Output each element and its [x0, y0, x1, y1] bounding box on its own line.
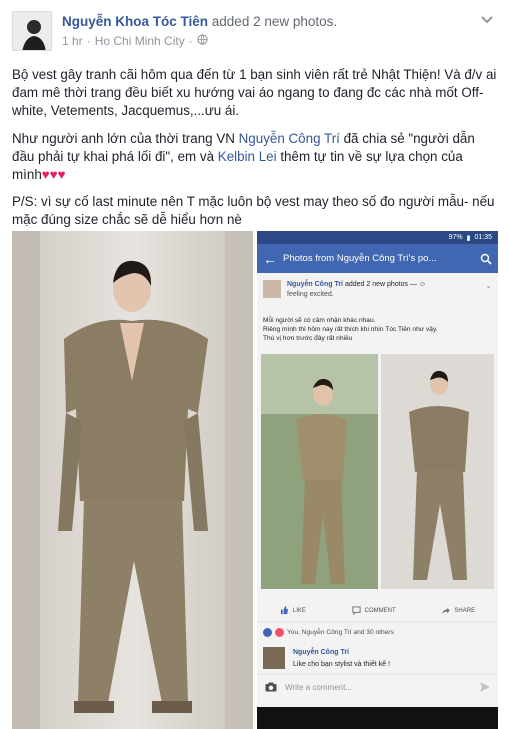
meta-separator: · — [86, 34, 91, 48]
screenshot-post-title: Nguyễn Công Trí added 2 new photos — ☺ — [287, 281, 426, 288]
post-title: Nguyễn Khoa Tóc Tiên added 2 new photos. — [62, 14, 337, 29]
smile-emoji-icon: ☺ — [418, 281, 427, 288]
screenshot-action: added 2 new photos — — [344, 281, 419, 288]
heart-emoji: ♥♥♥ — [41, 167, 66, 183]
post-text-segment: Như người anh lớn của thời trang VN — [12, 130, 239, 146]
send-icon — [480, 681, 490, 694]
comment-placeholder: Write a comment... — [285, 683, 352, 692]
screenshot-text-line: Thú vị hơn trước đây rất nhiều — [263, 335, 353, 342]
post-location[interactable]: Ho Chi Minh City — [95, 34, 185, 48]
commenter-avatar — [263, 647, 285, 669]
like-reaction-icon — [263, 628, 272, 637]
phone-status-bar: 97% ▮ 01:35 — [257, 231, 498, 244]
screenshot-post-text: Mỗi người sẽ có cảm nhận khác nhau. Riên… — [263, 316, 492, 343]
author-name-link[interactable]: Nguyễn Khoa Tóc Tiên — [62, 14, 208, 29]
like-label: LIKE — [292, 607, 306, 614]
back-arrow-icon: ← — [263, 250, 277, 267]
tagged-user-link[interactable]: Kelbin Lei — [218, 149, 277, 164]
post-header: Nguyễn Khoa Tóc Tiên added 2 new photos.… — [12, 11, 498, 53]
chevron-down-icon: ⌄ — [485, 281, 492, 290]
screenshot-feeling: feeling excited. — [287, 291, 334, 298]
reactions-text: You, Nguyễn Công Trí and 30 others — [287, 629, 394, 636]
battery-level: 97% — [448, 234, 463, 241]
screenshot-avatar — [263, 280, 281, 298]
screenshot-author: Nguyễn Công Trí — [287, 281, 343, 288]
screenshot-action-bar: LIKE COMMENT SHARE — [257, 600, 498, 622]
post-time[interactable]: 1 hr — [62, 34, 83, 48]
globe-icon — [197, 34, 208, 48]
screenshot-text-line: Riêng mình thì hôm nay rất thích khi nhì… — [263, 326, 438, 333]
screenshot-like: LIKE — [280, 606, 306, 615]
thumbs-up-icon — [280, 606, 288, 615]
post-paragraph: Bộ vest gây tranh cãi hôm qua đến từ 1 b… — [12, 67, 497, 119]
post-photo-1[interactable] — [12, 231, 253, 729]
post-paragraph: Như người anh lớn của thời trang VN Nguy… — [12, 130, 500, 185]
comment-label: COMMENT — [364, 607, 396, 614]
screenshot-share: SHARE — [441, 606, 475, 615]
commenter-name: Nguyễn Công Trí — [293, 649, 349, 656]
comment-text: Like cho bạn stylist và thiết kế ! — [293, 661, 390, 668]
love-reaction-icon — [275, 628, 284, 637]
post-paragraph: P/S: vì sự cố last minute nên T mặc luôn… — [12, 194, 495, 228]
status-clock: 01:35 — [474, 234, 492, 241]
search-icon — [474, 253, 498, 265]
share-icon — [442, 607, 450, 615]
chevron-down-icon[interactable] — [478, 13, 496, 27]
post-action: added 2 new photos. — [211, 14, 338, 29]
screenshot-title: Photos from Nguyễn Công Trí's po... — [283, 253, 437, 264]
comment-icon — [352, 606, 361, 615]
screenshot-comment: COMMENT — [352, 606, 396, 615]
tagged-user-link[interactable]: Nguyễn Công Trí — [239, 131, 340, 146]
post-body: Bộ vest gây tranh cãi hôm qua đến từ 1 b… — [12, 66, 500, 239]
post-photo-2[interactable]: 97% ▮ 01:35 ← Photos from Nguyễn Công Tr… — [257, 231, 498, 729]
screenshot-text-line: Mỗi người sẽ có cảm nhận khác nhau. — [263, 317, 376, 324]
camera-icon — [265, 682, 277, 694]
screenshot-photo-1 — [261, 354, 378, 589]
screenshot-write-comment: Write a comment... — [257, 674, 498, 700]
screenshot-post-header: Nguyễn Công Trí added 2 new photos — ☺ f… — [263, 280, 492, 320]
screenshot-reactions: You, Nguyễn Công Trí and 30 others — [263, 628, 394, 637]
meta-separator: · — [188, 34, 193, 48]
post-meta: 1 hr · Ho Chi Minh City · — [62, 34, 208, 48]
share-label: SHARE — [454, 607, 476, 614]
phone-nav-bar — [257, 707, 498, 729]
screenshot-app-bar: ← Photos from Nguyễn Công Trí's po... — [257, 244, 498, 273]
battery-icon: ▮ — [466, 234, 471, 242]
author-avatar[interactable] — [12, 11, 52, 51]
screenshot-photo-2 — [381, 354, 494, 589]
